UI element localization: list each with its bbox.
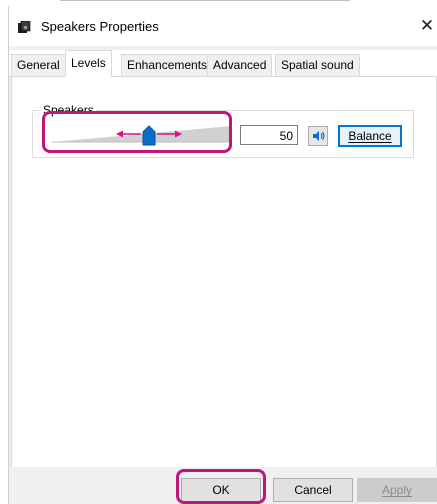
apply-button-label: Apply (381, 483, 413, 497)
balance-button[interactable]: Balance (338, 125, 402, 147)
mute-button[interactable] (308, 126, 328, 146)
speaker-icon (313, 131, 325, 141)
volume-level-field[interactable]: 50 (240, 125, 298, 145)
speakers-properties-dialog: Speakers Properties ✕ General Levels Enh… (8, 6, 437, 504)
close-button[interactable]: ✕ (416, 12, 437, 40)
apply-button[interactable]: Apply (357, 478, 437, 502)
slider-track (52, 126, 232, 142)
slider-thumb[interactable] (142, 125, 156, 146)
speakers-group-label: Speakers (41, 103, 96, 117)
tab-spatial-sound[interactable]: Spatial sound (275, 54, 360, 76)
tab-general[interactable]: General (11, 54, 66, 76)
levels-panel: Speakers 50 Balance (11, 77, 437, 467)
tab-advanced[interactable]: Advanced (207, 54, 273, 76)
volume-slider[interactable] (46, 120, 236, 150)
window-title: Speakers Properties (41, 19, 159, 34)
cancel-button[interactable]: Cancel (273, 478, 353, 502)
title-bar: Speakers Properties ✕ (9, 6, 437, 46)
background-strip (0, 0, 437, 3)
tab-levels[interactable]: Levels (65, 50, 112, 77)
tab-strip: General Levels Enhancements Advanced Spa… (9, 50, 437, 77)
tab-enhancements[interactable]: Enhancements (121, 54, 214, 76)
ok-button[interactable]: OK (181, 478, 261, 502)
balance-button-label: Balance (348, 129, 392, 143)
speaker-device-icon (18, 21, 31, 33)
